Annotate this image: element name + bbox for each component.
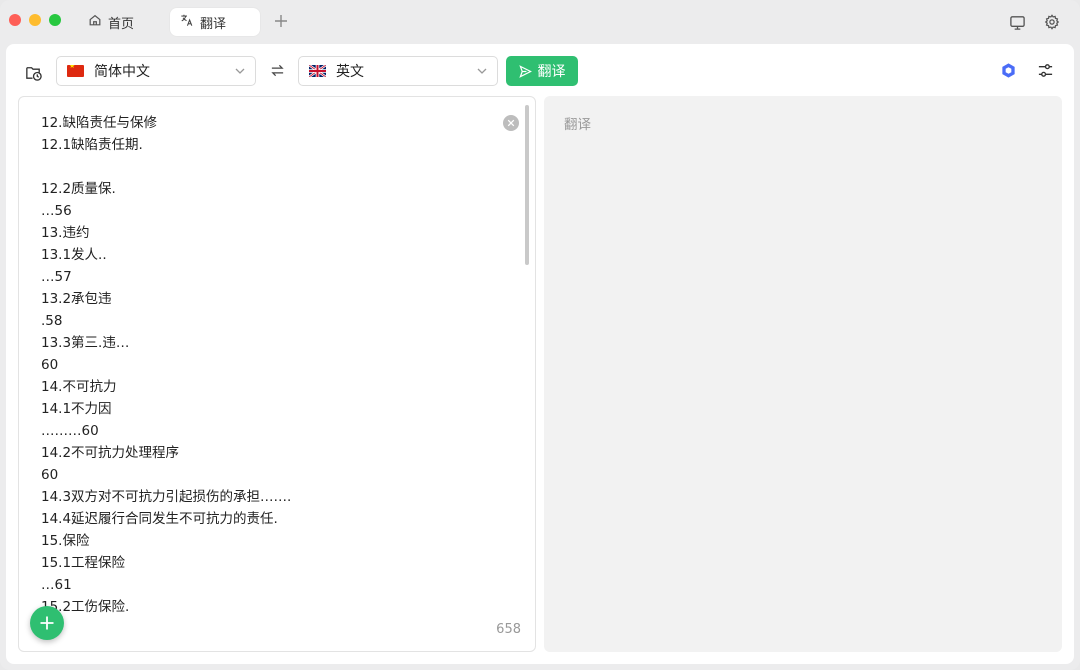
gear-icon [1044,14,1060,30]
tab-home[interactable]: 首页 [78,8,144,36]
source-text-line: 14.4延迟履行合同发生不可抗力的责任. [41,511,278,527]
target-language-label: 英文 [336,64,364,80]
target-text-panel: 翻译 [544,96,1062,652]
home-icon [88,13,102,31]
source-text-line: …57 [41,269,72,285]
source-text-line: 60 [41,357,59,373]
chevron-down-icon [477,68,487,74]
send-icon [518,64,532,78]
maximize-window-button[interactable] [49,14,61,26]
source-text-line: 15.2工伤保险. [41,599,130,615]
options-button[interactable] [1037,62,1055,80]
source-text-line: …56 [41,203,72,219]
add-button[interactable] [30,606,64,640]
chevron-down-icon [235,68,245,74]
translate-toolbar: 简体中文 英文 翻译 [6,44,1074,96]
plus-icon [40,616,54,630]
translate-button[interactable]: 翻译 [506,56,578,86]
source-text-line: 14.3双方对不可抗力引起损伤的承担……. [41,489,292,505]
monitor-icon [1009,15,1025,30]
close-icon [507,119,515,127]
source-text-line: 14.不可抗力 [41,379,117,395]
close-window-button[interactable] [9,14,21,26]
swap-icon [270,64,284,76]
source-text-line: 13.违约 [41,225,90,241]
source-text-line: 15.1工程保险 [41,555,126,571]
history-icon [25,66,42,81]
uk-flag-icon [309,65,326,77]
clear-text-button[interactable] [503,115,519,131]
source-text-line: 14.2不可抗力处理程序 [41,445,180,461]
source-text-line: 12.2质量保. [41,181,116,197]
app-window: 首页 翻译 简体中文 [0,0,1080,670]
china-flag-icon [67,65,84,77]
tab-label: 翻译 [200,16,227,32]
source-scrollbar[interactable] [525,105,529,265]
new-tab-button[interactable] [270,10,292,32]
display-button[interactable] [1007,12,1027,32]
translate-button-label: 翻译 [537,64,566,80]
source-text-panel[interactable]: 12.缺陷责任与保修 12.1缺陷责任期. 12.2质量保. …56 13.违约 13.1… [18,96,536,652]
source-text-line: 13.2承包违 [41,291,112,307]
plus-icon [275,15,287,27]
source-language-select[interactable]: 简体中文 [56,56,256,86]
translate-icon [180,13,194,31]
tab-label: 首页 [108,16,135,32]
minimize-window-button[interactable] [29,14,41,26]
source-text-line: 14.1不力因 [41,401,112,417]
source-text-line: 12.缺陷责任与保修 [41,115,157,131]
sliders-icon [1038,64,1053,77]
source-text-line: 15.保险 [41,533,90,549]
source-text-line: 13.1发人.. [41,247,107,263]
main-content: 简体中文 英文 翻译 [6,44,1074,664]
source-text-line: 60 [41,467,59,483]
source-text-line: …61 [41,577,72,593]
ai-hexagon-icon [1002,63,1015,78]
source-text-line [41,156,511,178]
history-button[interactable] [22,61,44,83]
translation-placeholder: 翻译 [564,117,591,133]
character-count: 658 [496,622,521,637]
source-text-line: 13.3第三.违… [41,335,130,351]
ai-model-button[interactable] [1000,62,1018,80]
swap-languages-button[interactable] [268,61,286,79]
source-text-line: 12.1缺陷责任期. [41,137,143,153]
source-text-area[interactable]: 12.缺陷责任与保修 12.1缺陷责任期. 12.2质量保. …56 13.违约 13.1… [41,112,511,618]
source-text-line: ………60 [41,423,99,439]
tab-translate[interactable]: 翻译 [170,8,260,36]
title-bar: 首页 翻译 [0,0,1080,44]
source-language-label: 简体中文 [94,64,150,80]
source-text-line: .58 [41,313,63,329]
settings-button[interactable] [1042,12,1062,32]
target-language-select[interactable]: 英文 [298,56,498,86]
